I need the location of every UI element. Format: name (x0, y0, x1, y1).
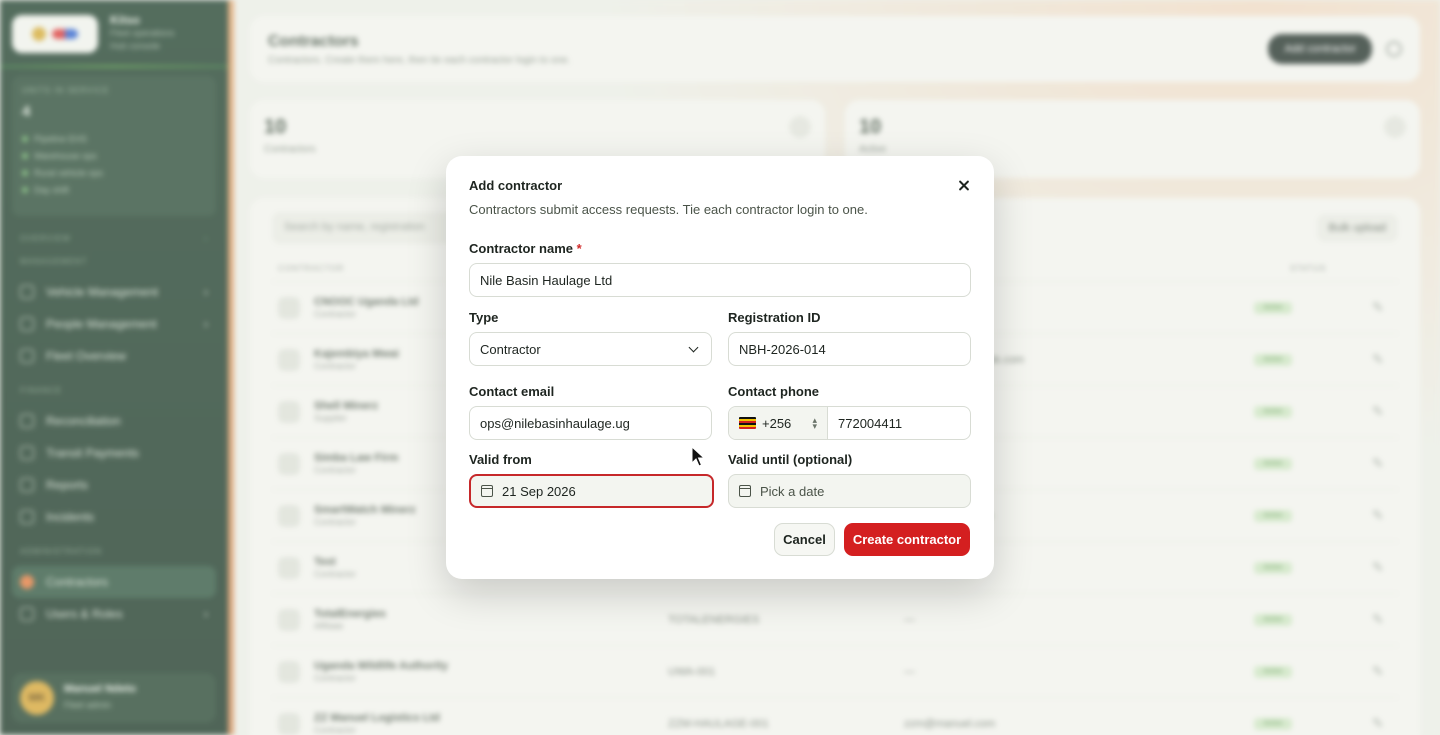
valid-until-label: Valid until (optional) (728, 452, 853, 467)
registration-id-input[interactable]: NBH-2026-014 (728, 332, 971, 366)
contact-phone-input: +256 ▴ ▾ 772004411 (728, 406, 971, 440)
close-icon[interactable] (956, 178, 972, 194)
create-contractor-button[interactable]: Create contractor (844, 523, 970, 556)
contractor-name-field: Contractor name * Nile Basin Haulage Ltd (469, 241, 971, 297)
add-contractor-dialog: Add contractor Contractors submit access… (446, 156, 994, 579)
valid-until-datepicker[interactable]: Pick a date (728, 474, 971, 508)
type-select[interactable]: Contractor (469, 332, 712, 366)
contact-email-field: Contact email ops@nilebasinhaulage.ug (469, 384, 712, 440)
contact-email-label: Contact email (469, 384, 555, 399)
contact-phone-label: Contact phone (728, 384, 819, 399)
contractor-name-label: Contractor name * (469, 241, 582, 256)
type-label: Type (469, 310, 499, 325)
valid-from-field: Valid from 21 Sep 2026 (469, 452, 714, 508)
valid-from-datepicker[interactable]: 21 Sep 2026 (469, 474, 714, 508)
chevron-down-icon (688, 342, 699, 352)
required-mark: * (576, 241, 582, 256)
type-field: Type Contractor (469, 310, 712, 366)
registration-id-label: Registration ID (728, 310, 821, 325)
dialog-title: Add contractor (469, 178, 563, 193)
updown-icon: ▴ ▾ (812, 415, 817, 431)
uganda-flag-icon (739, 417, 756, 429)
calendar-icon (739, 485, 751, 497)
country-code: +256 (762, 415, 792, 431)
cancel-button[interactable]: Cancel (774, 523, 835, 556)
calendar-icon (481, 485, 493, 497)
cursor-icon (691, 446, 705, 467)
valid-until-field: Valid until (optional) Pick a date (728, 452, 971, 508)
registration-id-field: Registration ID NBH-2026-014 (728, 310, 971, 366)
contact-email-input[interactable]: ops@nilebasinhaulage.ug (469, 406, 712, 440)
dialog-description: Contractors submit access requests. Tie … (469, 202, 868, 217)
contact-phone-field: Contact phone +256 ▴ ▾ 772004411 (728, 384, 971, 440)
phone-number-input[interactable]: 772004411 (828, 407, 970, 439)
valid-from-label: Valid from (469, 452, 532, 467)
contractor-name-input[interactable]: Nile Basin Haulage Ltd (469, 263, 971, 297)
country-code-select[interactable]: +256 ▴ ▾ (729, 407, 828, 439)
